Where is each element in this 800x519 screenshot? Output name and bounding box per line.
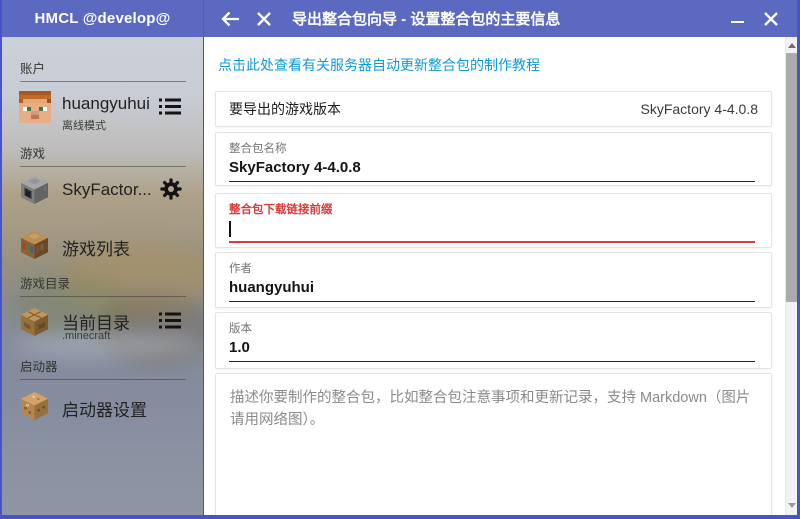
profile-block-icon: [19, 174, 50, 205]
current-dir-block-icon: [19, 306, 50, 337]
section-header-game: 游戏: [20, 143, 186, 167]
wizard-close-icon: [256, 11, 272, 27]
back-button[interactable]: [218, 5, 242, 33]
profile-settings-button[interactable]: [159, 177, 183, 201]
wizard-close-button[interactable]: [252, 5, 276, 33]
minimize-icon: [731, 21, 744, 24]
current-dir-path: .minecraft: [62, 330, 110, 342]
sidebar-content: 账户: [2, 37, 203, 515]
app-body: 账户: [2, 37, 797, 515]
version-value: 1.0: [229, 339, 250, 356]
input-underline: [229, 181, 755, 182]
sidebar-item-launcher-settings[interactable]: 启动器设置: [2, 389, 203, 431]
account-name: huangyuhui: [62, 94, 150, 114]
author-label: 作者: [229, 260, 755, 276]
account-mode: 离线模式: [62, 117, 106, 133]
launcher-settings-block-icon: [19, 390, 50, 421]
titlebar: HMCL @develop@ 导出整合包向导 - 设置整合包的主要信息: [2, 0, 797, 37]
game-list-block-icon: [19, 229, 50, 260]
sidebar: 账户: [2, 37, 204, 515]
page-title: 导出整合包向导 - 设置整合包的主要信息: [292, 8, 560, 29]
window-close-button[interactable]: [759, 5, 783, 33]
modpack-name-input[interactable]: SkyFactory 4-4.0.8: [229, 158, 755, 178]
scrollbar[interactable]: [785, 37, 797, 515]
launcher-settings-label: 启动器设置: [62, 396, 147, 421]
window-close-icon: [763, 11, 779, 27]
field-modpack-name: 整合包名称 SkyFactory 4-4.0.8: [215, 132, 772, 186]
minimize-button[interactable]: [725, 5, 749, 33]
modpack-name-label: 整合包名称: [229, 140, 755, 156]
scroll-down-icon: [788, 503, 796, 508]
titlebar-main: 导出整合包向导 - 设置整合包的主要信息: [204, 0, 797, 37]
section-header-game-dir: 游戏目录: [20, 273, 186, 297]
field-author: 作者 huangyuhui: [215, 252, 772, 308]
description-textarea[interactable]: [216, 374, 771, 514]
game-list-label: 游戏列表: [62, 235, 130, 260]
hmcl-window: HMCL @develop@ 导出整合包向导 - 设置整合包的主要信息: [0, 0, 800, 519]
download-prefix-label: 整合包下载链接前缀: [229, 201, 755, 217]
version-input[interactable]: 1.0: [229, 338, 755, 358]
sidebar-item-game-list[interactable]: 游戏列表: [2, 228, 203, 270]
author-value: huangyuhui: [229, 279, 314, 296]
export-version-value: SkyFactory 4-4.0.8: [641, 101, 759, 117]
tutorial-link[interactable]: 点击此处查看有关服务器自动更新整合包的制作教程: [218, 55, 771, 75]
input-underline-error: [229, 241, 755, 243]
export-version-card: 要导出的游戏版本 SkyFactory 4-4.0.8: [215, 91, 772, 127]
directory-menu-icon: [159, 312, 181, 329]
sidebar-item-profile[interactable]: SkyFactor...: [2, 173, 203, 215]
input-underline: [229, 361, 755, 362]
section-header-account: 账户: [20, 58, 186, 82]
gear-icon: [159, 177, 183, 201]
export-version-label: 要导出的游戏版本: [229, 99, 341, 119]
wizard-content: 点击此处查看有关服务器自动更新整合包的制作教程 要导出的游戏版本 SkyFact…: [204, 37, 797, 515]
scroll-down-button[interactable]: [786, 498, 797, 513]
version-label: 版本: [229, 320, 755, 336]
back-arrow-icon: [220, 9, 241, 29]
download-prefix-input[interactable]: [229, 219, 755, 239]
scroll-up-icon: [788, 43, 796, 48]
text-caret: [229, 221, 231, 237]
scrollbar-thumb[interactable]: [786, 53, 797, 302]
description-card: [215, 373, 772, 515]
directory-menu-button[interactable]: [159, 312, 181, 329]
account-menu-icon: [159, 98, 181, 115]
scroll-up-button[interactable]: [786, 38, 797, 53]
account-menu-button[interactable]: [159, 98, 181, 115]
app-title: HMCL @develop@: [2, 0, 204, 37]
section-header-launcher: 启动器: [20, 356, 186, 380]
field-version: 版本 1.0: [215, 312, 772, 369]
author-input[interactable]: huangyuhui: [229, 278, 755, 298]
input-underline: [229, 301, 755, 302]
profile-name: SkyFactor...: [62, 180, 152, 200]
field-download-prefix: 整合包下载链接前缀: [215, 193, 772, 248]
avatar: [19, 91, 51, 123]
modpack-name-value: SkyFactory 4-4.0.8: [229, 159, 361, 176]
